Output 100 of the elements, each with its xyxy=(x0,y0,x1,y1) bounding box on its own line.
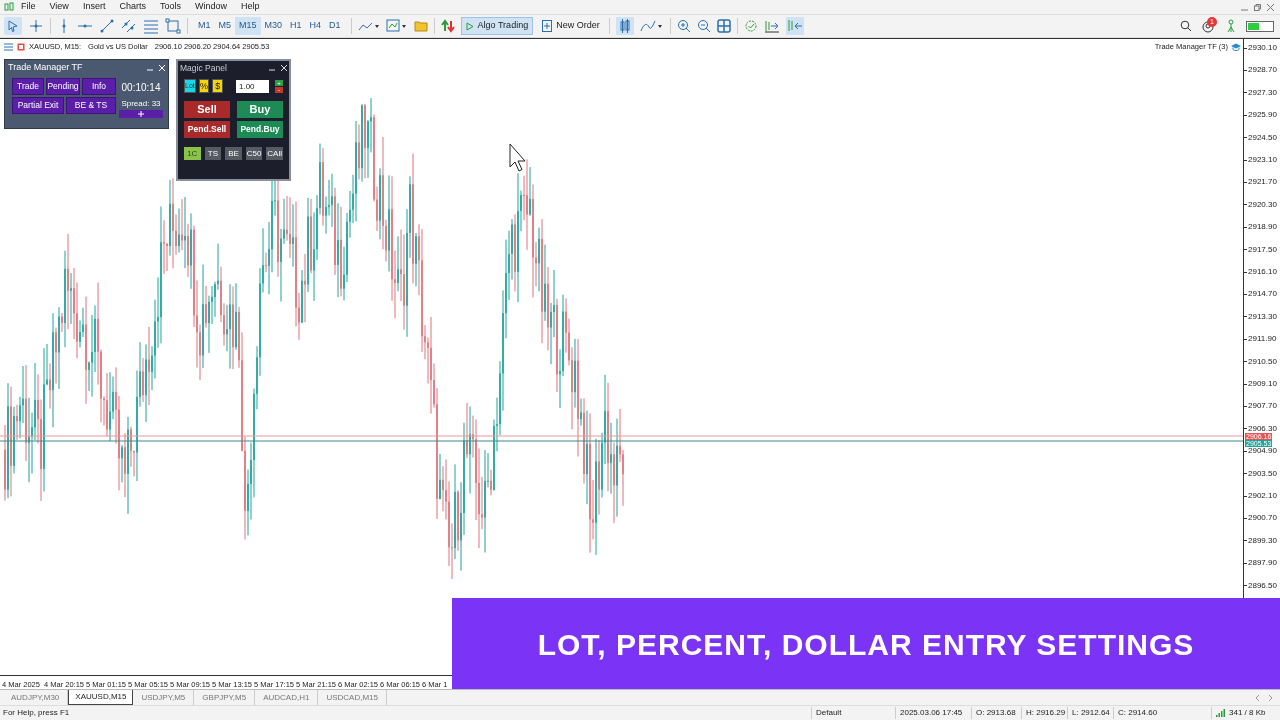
menu-icon[interactable] xyxy=(4,42,13,51)
price-axis-label: 2902.10 xyxy=(1248,492,1277,500)
price-axis-label: 2914.70 xyxy=(1248,290,1277,299)
menu-item[interactable]: Help xyxy=(240,0,260,14)
buy-sell-arrows-icon[interactable] xyxy=(440,19,455,33)
algo-trading-button[interactable]: Algo Trading xyxy=(460,17,534,35)
play-icon xyxy=(465,21,474,31)
panel-button[interactable]: Info xyxy=(82,78,116,95)
price-axis-label: 2897.90 xyxy=(1248,559,1277,568)
gear-check-icon[interactable] xyxy=(743,19,758,33)
price-axis-label: 2913.30 xyxy=(1248,312,1277,321)
panel-button[interactable]: Pending xyxy=(46,78,80,95)
zoom-out-icon[interactable] xyxy=(696,19,711,33)
chart-tab[interactable]: XAUUSD,M15 xyxy=(68,690,134,705)
status-open: O: 2913.68 xyxy=(971,707,1021,719)
chart-symbol-icon xyxy=(17,42,25,51)
plus-document-icon xyxy=(542,20,553,32)
drag-handle[interactable] xyxy=(119,110,163,118)
status-high: H: 2916.29 xyxy=(1021,707,1067,719)
timeframe-button[interactable]: M30 xyxy=(260,17,287,35)
price-axis-label: 2921.70 xyxy=(1248,178,1277,187)
zoom-in-icon[interactable] xyxy=(676,19,691,33)
price-axis-label: 2930.10 xyxy=(1248,44,1277,52)
spread-text: Spread: 33 xyxy=(121,98,161,110)
price-axis-label: 2896.50 xyxy=(1248,581,1277,590)
sell-button[interactable]: Sell xyxy=(184,101,230,118)
channel-icon[interactable] xyxy=(121,18,137,34)
lot-size-field[interactable]: 1.00 xyxy=(236,79,269,93)
price-axis-label: 2903.50 xyxy=(1248,469,1277,478)
price-axis-label: 2899.30 xyxy=(1248,536,1277,545)
folder-icon[interactable] xyxy=(413,20,428,32)
panel-button[interactable]: Trade xyxy=(12,78,44,95)
signal-bars-icon xyxy=(1216,709,1225,717)
price-axis-label: 2911.90 xyxy=(1248,335,1277,344)
trend-line-icon[interactable] xyxy=(99,18,115,34)
signal-tower-icon xyxy=(1226,19,1236,33)
panel-button[interactable]: BE & TS xyxy=(66,97,116,114)
action-button[interactable]: TS xyxy=(204,147,222,160)
menu-item[interactable]: View xyxy=(49,0,69,14)
entry-mode-button[interactable]: % xyxy=(198,79,210,93)
status-time: 2025.03.06 17:45 xyxy=(895,707,971,719)
candlestick-icon[interactable] xyxy=(615,17,634,35)
chart-shift-icon[interactable] xyxy=(763,19,780,33)
panel-button[interactable]: Partial Exit xyxy=(12,97,64,114)
scroll-left-icon[interactable] xyxy=(1256,694,1260,701)
app-logo-icon xyxy=(4,2,14,12)
timeframe-button[interactable]: M15 xyxy=(235,17,261,35)
price-axis-label: 2906.30 xyxy=(1248,424,1277,433)
price-axis-label: 2917.50 xyxy=(1248,245,1277,254)
shapes-icon[interactable] xyxy=(165,18,181,34)
caption-text: LOT, PERCENT, DOLLAR ENTRY SETTINGS xyxy=(537,627,1195,663)
restore-icon[interactable] xyxy=(1254,3,1261,11)
mouse-pointer-icon xyxy=(509,143,526,172)
timeframe-button[interactable]: M1 xyxy=(194,17,215,35)
countdown-timer: 00:10:14 xyxy=(121,81,161,95)
status-close: C: 2914.60 xyxy=(1113,707,1211,719)
price-axis-label: 2925.90 xyxy=(1248,111,1277,120)
menu-item[interactable]: Tools xyxy=(159,0,181,14)
new-order-button[interactable]: New Order xyxy=(539,17,603,35)
status-traffic: 341 / 8 Kb xyxy=(1229,707,1266,719)
price-axis-label: 2927.30 xyxy=(1248,88,1277,97)
price-axis-label: 2904.90 xyxy=(1248,447,1277,456)
panel-title: Trade Manager TF xyxy=(8,60,83,74)
pointer-icon[interactable] xyxy=(4,17,22,35)
autoscroll-icon[interactable] xyxy=(785,17,804,35)
status-profile: Default xyxy=(811,707,895,719)
entry-mode-button[interactable]: $ xyxy=(212,79,223,93)
price-axis-label: 2923.10 xyxy=(1248,156,1277,164)
account-icon[interactable] xyxy=(1202,21,1214,33)
price-axis-label: 2909.10 xyxy=(1248,380,1277,388)
price-axis-label: 2900.70 xyxy=(1248,514,1277,523)
buy-button[interactable]: Buy xyxy=(237,101,283,118)
menu-item[interactable]: File xyxy=(21,0,36,14)
pending-buy-button[interactable]: Pend.Buy xyxy=(237,121,283,138)
price-axis-label: 2924.50 xyxy=(1248,133,1277,142)
action-button[interactable]: C50 xyxy=(245,147,263,160)
menu-item[interactable]: Window xyxy=(194,0,227,14)
indicators-dropdown-icon[interactable] xyxy=(639,19,664,33)
indicator-dropdown-icon[interactable] xyxy=(385,19,408,33)
price-axis-label: 2907.70 xyxy=(1248,402,1277,411)
action-button[interactable]: BE xyxy=(225,147,242,160)
status-low: L: 2912.64 xyxy=(1067,707,1113,719)
crosshair-icon[interactable] xyxy=(28,18,44,34)
action-button[interactable]: CAll xyxy=(266,147,283,160)
menu-item[interactable]: Charts xyxy=(119,0,146,14)
connection-meter-icon xyxy=(1246,20,1274,32)
menu-item[interactable]: Insert xyxy=(82,0,106,14)
graduation-cap-icon xyxy=(1231,42,1241,51)
pending-sell-button[interactable]: Pend.Sell xyxy=(184,121,230,138)
timeframe-button[interactable]: D1 xyxy=(325,17,345,35)
price-axis-label: 2916.10 xyxy=(1248,268,1277,276)
grid-layout-icon[interactable] xyxy=(716,19,731,33)
action-button[interactable]: 1C xyxy=(184,147,201,160)
status-help-text: For Help, press F1 xyxy=(3,707,71,719)
search-icon[interactable] xyxy=(1180,20,1192,32)
price-axis-label: 2910.50 xyxy=(1248,357,1277,366)
timeframe-button[interactable]: H4 xyxy=(305,17,326,35)
timeframe-button[interactable]: H1 xyxy=(286,17,306,35)
timeframe-button[interactable]: M5 xyxy=(214,17,236,35)
scroll-right-icon[interactable] xyxy=(1268,694,1272,701)
